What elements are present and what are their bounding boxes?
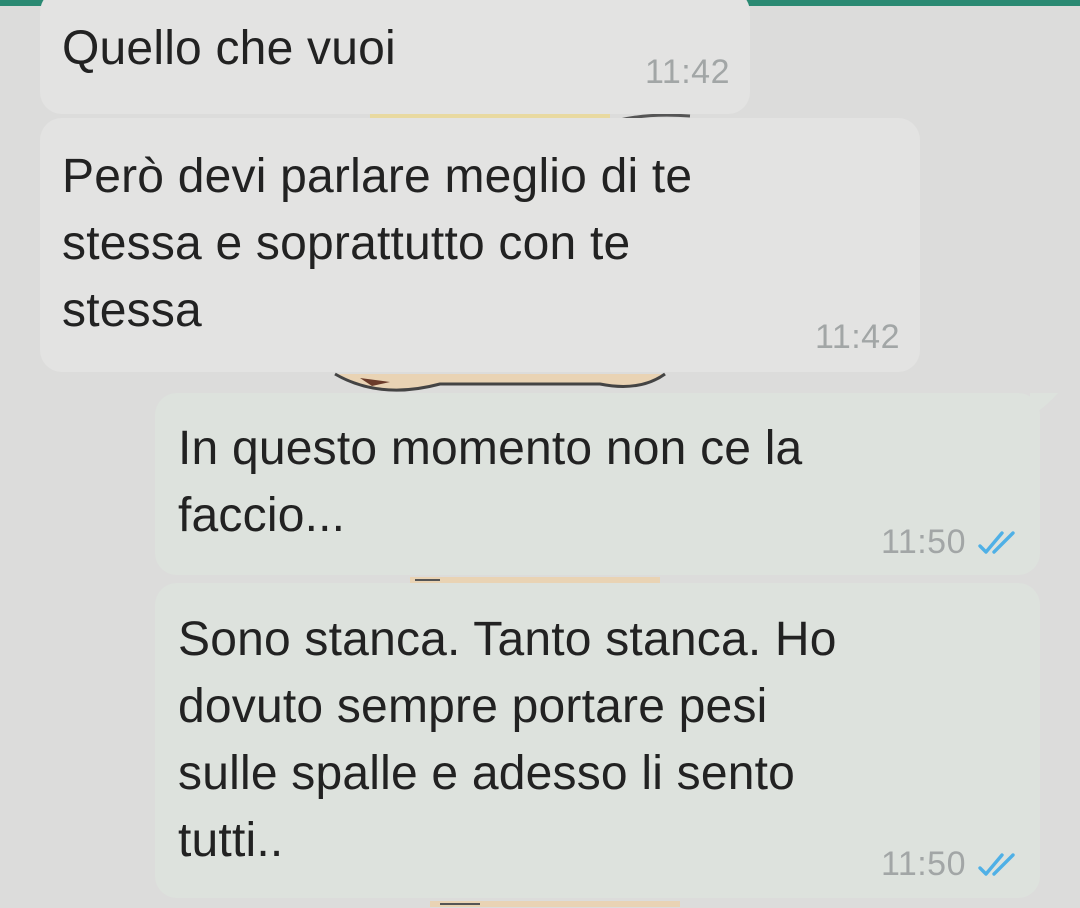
double-check-read-icon bbox=[978, 530, 1015, 554]
message-text: In questo momento non ce la faccio... bbox=[178, 422, 803, 542]
message-meta: 11:42 bbox=[815, 318, 900, 357]
message-bubble-incoming[interactable]: Però devi parlare meglio di te stessa e … bbox=[40, 118, 920, 372]
message-timestamp: 11:50 bbox=[880, 845, 966, 883]
message-timestamp: 11:50 bbox=[880, 523, 966, 561]
message-meta: 11:50 bbox=[881, 523, 1020, 562]
message-text: Quello che vuoi bbox=[62, 22, 396, 75]
message-timestamp: 11:42 bbox=[644, 53, 730, 91]
bubble-tail bbox=[1030, 393, 1058, 417]
message-bubble-outgoing[interactable]: Sono stanca. Tanto stanca. Ho dovuto sem… bbox=[155, 583, 1040, 898]
message-bubble-outgoing[interactable]: In questo momento non ce la faccio... 11… bbox=[155, 393, 1040, 575]
double-check-read-icon bbox=[978, 852, 1015, 876]
message-meta: 11:50 bbox=[881, 845, 1020, 884]
message-text: Però devi parlare meglio di te stessa e … bbox=[62, 150, 693, 337]
message-timestamp: 11:42 bbox=[814, 318, 900, 356]
message-text: Sono stanca. Tanto stanca. Ho dovuto sem… bbox=[178, 613, 837, 867]
message-bubble-incoming[interactable]: Quello che vuoi 11:42 bbox=[40, 0, 750, 114]
message-meta: 11:42 bbox=[645, 53, 730, 92]
